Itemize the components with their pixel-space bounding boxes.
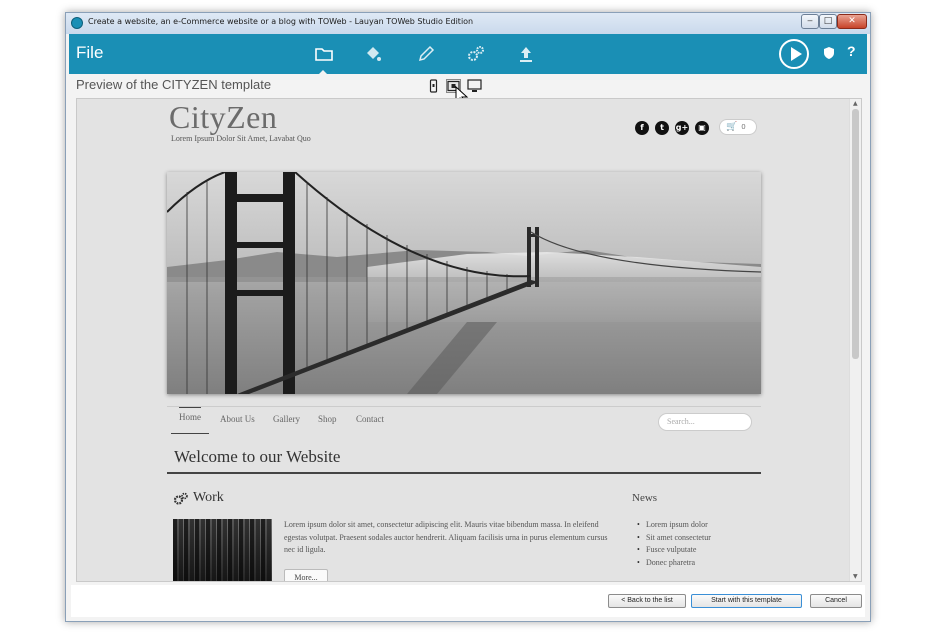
file-menu[interactable]: File [76, 43, 103, 63]
active-tab-indicator [318, 70, 328, 75]
template-preview[interactable]: CityZen Lorem Ipsum Dolor Sit Amet, Lava… [76, 98, 862, 582]
nav-gallery[interactable]: Gallery [273, 414, 300, 424]
news-heading: News [632, 492, 658, 504]
close-button[interactable]: ✕ [837, 14, 867, 29]
preview-title: Preview of the CITYZEN template [76, 77, 272, 92]
welcome-heading: Welcome to our Website [174, 447, 341, 466]
site-tagline: Lorem Ipsum Dolor Sit Amet, Lavabat Quo [171, 134, 311, 143]
city-photo [173, 519, 272, 581]
dialog-footer: < Back to the list Start with this templ… [71, 585, 865, 617]
app-window: Create a website, an e-Commerce website … [65, 12, 871, 622]
window-title: Create a website, an e-Commerce website … [88, 17, 474, 26]
work-paragraph: Lorem ipsum dolor sit amet, consectetur … [284, 520, 608, 554]
paint-bucket-icon[interactable] [363, 44, 383, 64]
upload-icon[interactable] [516, 44, 536, 64]
title-bar: Create a website, an e-Commerce website … [66, 13, 870, 34]
pencil-icon[interactable] [416, 44, 436, 64]
hero-image [167, 172, 761, 394]
maximize-button[interactable]: □ [819, 14, 837, 29]
news-item[interactable]: Lorem ipsum dolor [637, 519, 711, 532]
nav-shop[interactable]: Shop [318, 414, 337, 424]
windows-icon[interactable]: ▣ [695, 121, 709, 135]
facebook-icon[interactable]: f [635, 121, 649, 135]
news-item[interactable]: Donec pharetra [637, 557, 711, 570]
desktop-view-icon[interactable] [467, 79, 482, 93]
scroll-down-arrow[interactable]: ▼ [853, 573, 858, 580]
cart-button[interactable]: 🛒 0 [719, 119, 757, 135]
cart-icon: 🛒 [726, 122, 738, 132]
gears-icon [173, 492, 188, 505]
folder-icon[interactable] [314, 44, 334, 64]
twitter-icon[interactable]: t [655, 121, 669, 135]
news-item[interactable]: Fusce vulputate [637, 544, 711, 557]
minimize-button[interactable]: ‒ [801, 14, 819, 29]
preview-scrollbar[interactable]: ▲ ▼ [849, 99, 861, 581]
google-plus-icon[interactable]: g+ [675, 121, 689, 135]
cancel-button[interactable]: Cancel [810, 594, 862, 608]
nav-active-underline [171, 433, 209, 434]
start-with-template-button[interactable]: Start with this template [691, 594, 802, 608]
news-item[interactable]: Sit amet consectetur [637, 532, 711, 545]
play-preview-button[interactable] [779, 39, 809, 69]
main-toolbar: File ? [69, 34, 867, 75]
gears-icon[interactable] [466, 44, 486, 64]
site-logo: CityZen [169, 99, 278, 135]
phone-view-icon[interactable] [429, 79, 438, 93]
work-heading: Work [193, 490, 224, 505]
nav-about-us[interactable]: About Us [220, 414, 255, 424]
news-list: Lorem ipsum dolor Sit amet consectetur F… [637, 519, 711, 569]
bridge-photo [167, 172, 761, 394]
cart-count: 0 [741, 123, 746, 131]
app-icon [71, 17, 83, 29]
help-button[interactable]: ? [847, 43, 856, 59]
scroll-thumb[interactable] [852, 109, 859, 359]
scroll-up-arrow[interactable]: ▲ [853, 100, 858, 107]
site-search-input[interactable]: Search... [658, 413, 752, 431]
more-button[interactable]: More... [284, 569, 328, 581]
back-to-list-button[interactable]: < Back to the list [608, 594, 686, 608]
nav-home[interactable]: Home [179, 407, 201, 422]
welcome-divider [167, 472, 761, 474]
site-navbar: Home About Us Gallery Shop Contact Searc… [167, 406, 761, 434]
nav-contact[interactable]: Contact [356, 414, 384, 424]
shield-icon[interactable] [822, 46, 836, 60]
